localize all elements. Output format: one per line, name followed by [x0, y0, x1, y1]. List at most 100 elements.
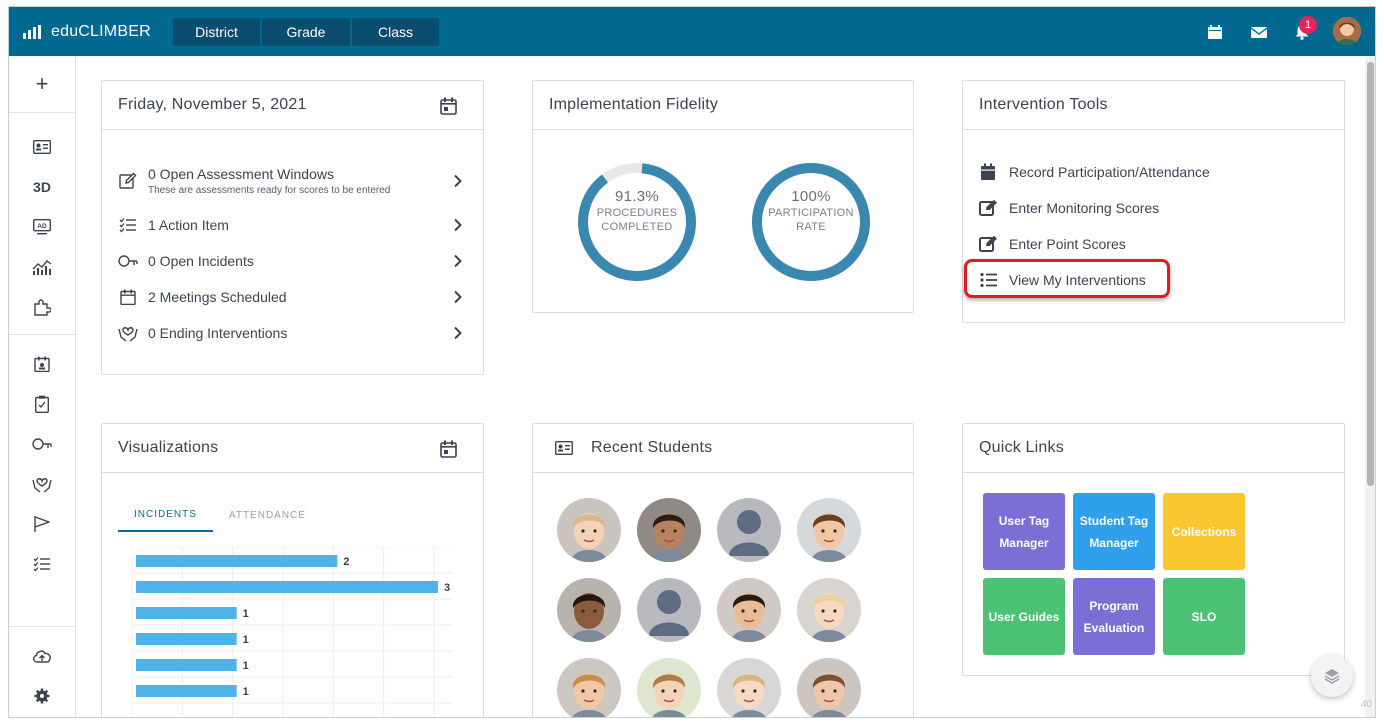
flag-icon[interactable] — [9, 512, 75, 536]
calendar-icon[interactable] — [440, 97, 457, 115]
record-participation-link[interactable]: Record Participation/Attendance — [979, 163, 1210, 181]
student-avatar[interactable] — [557, 658, 621, 717]
recent-students-card: Recent Students — [532, 423, 914, 717]
student-avatar-placeholder[interactable] — [717, 498, 781, 562]
date-title: Friday, November 5, 2021 — [118, 96, 307, 113]
mail-icon[interactable] — [1251, 24, 1267, 40]
hands-heart-icon — [118, 324, 138, 342]
tool-label: Record Participation/Attendance — [1009, 164, 1210, 180]
student-avatar[interactable] — [637, 498, 701, 562]
edit-icon — [979, 199, 997, 216]
donut-caption: RATE — [796, 221, 826, 233]
chart-bar[interactable] — [136, 659, 237, 671]
viz-title: Visualizations — [118, 439, 219, 456]
checklist-icon — [118, 216, 138, 234]
incidents-bar-chart: 2 3 1 1 1 1 — [132, 547, 452, 717]
logo-icon — [23, 24, 41, 39]
open-assessments-row[interactable]: 0 Open Assessment Windows These are asses… — [118, 163, 469, 199]
user-guides-tile[interactable]: User Guides — [983, 578, 1065, 655]
clipboard-icon[interactable] — [9, 392, 75, 416]
row-label: 0 Ending Interventions — [148, 325, 288, 341]
id-card-icon — [555, 441, 573, 455]
highlight-annotation — [964, 259, 1170, 298]
checklist-icon[interactable] — [9, 552, 75, 576]
student-avatar[interactable] — [557, 578, 621, 642]
tools-card-title: Intervention Tools — [963, 81, 1344, 130]
student-avatar[interactable] — [637, 658, 701, 717]
sidebar-divider — [9, 112, 75, 113]
calendar-icon — [981, 163, 995, 180]
sidebar-divider — [9, 626, 75, 627]
student-avatar[interactable] — [797, 578, 861, 642]
chart-bar[interactable] — [136, 633, 237, 645]
program-evaluation-tile[interactable]: Program Evaluation — [1073, 578, 1155, 655]
user-avatar[interactable] — [1333, 17, 1361, 45]
student-avatar[interactable] — [717, 578, 781, 642]
open-incidents-row[interactable]: 0 Open Incidents — [118, 250, 469, 272]
edit-icon — [979, 235, 997, 252]
collections-tile[interactable]: Collections — [1163, 493, 1245, 570]
level-tabs: District Grade Class — [173, 18, 439, 46]
chart-bar[interactable] — [136, 555, 338, 567]
tool-label: Enter Monitoring Scores — [1009, 200, 1160, 216]
row-label: 2 Meetings Scheduled — [148, 289, 287, 305]
row-sublabel: These are assessments ready for scores t… — [148, 185, 391, 196]
puzzle-icon[interactable] — [9, 295, 75, 319]
tab-district[interactable]: District — [173, 18, 260, 46]
chevron-right-icon — [454, 174, 462, 188]
fidelity-card-title: Implementation Fidelity — [533, 81, 913, 130]
tab-attendance[interactable]: ATTENDANCE — [213, 498, 322, 532]
top-bar: eduCLIMBER District Grade Class 1 — [9, 7, 1375, 56]
student-avatar[interactable] — [797, 498, 861, 562]
bar-value-label: 1 — [243, 608, 249, 620]
sidebar-3d[interactable]: 3D — [9, 175, 75, 199]
recent-title: Recent Students — [591, 439, 713, 456]
user-tag-manager-tile[interactable]: User Tag Manager — [983, 493, 1065, 570]
add-icon[interactable]: + — [9, 72, 75, 96]
ending-interventions-row[interactable]: 0 Ending Interventions — [118, 322, 469, 344]
calendar-icon[interactable] — [440, 440, 457, 458]
app-name: eduCLIMBER — [51, 22, 151, 40]
gear-icon[interactable] — [9, 684, 75, 708]
brand[interactable]: eduCLIMBER — [23, 7, 151, 56]
student-avatar-placeholder[interactable] — [637, 578, 701, 642]
layers-button[interactable] — [1311, 655, 1353, 697]
student-avatar[interactable] — [557, 498, 621, 562]
hands-heart-icon[interactable] — [9, 472, 75, 496]
bar-value-label: 2 — [343, 556, 349, 568]
enter-point-scores-link[interactable]: Enter Point Scores — [979, 235, 1126, 253]
slo-tile[interactable]: SLO — [1163, 578, 1245, 655]
viz-tabs: INCIDENTS ATTENDANCE — [118, 498, 322, 532]
row-label: 0 Open Assessment Windows — [148, 166, 334, 182]
scrollbar-thumb[interactable] — [1367, 62, 1374, 486]
id-card-icon[interactable] — [9, 135, 75, 159]
analytics-icon[interactable] — [9, 255, 75, 279]
cloud-upload-icon[interactable] — [9, 644, 75, 668]
enter-monitoring-scores-link[interactable]: Enter Monitoring Scores — [979, 199, 1159, 217]
student-avatar[interactable] — [717, 658, 781, 717]
sidebar: + 3D AD — [9, 56, 76, 717]
date-card-title: Friday, November 5, 2021 — [102, 81, 483, 130]
tab-class[interactable]: Class — [352, 18, 439, 46]
meetings-row[interactable]: 2 Meetings Scheduled — [118, 286, 469, 308]
bar-value-label: 1 — [243, 634, 249, 646]
chart-bar[interactable] — [136, 607, 237, 619]
chevron-right-icon — [454, 290, 462, 304]
chart-bar[interactable] — [136, 581, 438, 593]
tab-grade[interactable]: Grade — [262, 18, 350, 46]
incident-icon[interactable] — [9, 432, 75, 456]
page-number: 40 — [1361, 699, 1373, 710]
tab-incidents[interactable]: INCIDENTS — [118, 498, 213, 532]
chart-bar[interactable] — [136, 685, 237, 697]
calendar-icon[interactable] — [1207, 24, 1223, 40]
action-items-row[interactable]: 1 Action Item — [118, 214, 469, 236]
calendar-user-icon[interactable] — [9, 352, 75, 376]
student-tag-manager-tile[interactable]: Student Tag Manager — [1073, 493, 1155, 570]
incident-icon — [118, 252, 138, 270]
calendar-icon — [118, 288, 138, 306]
ad-screen-icon[interactable]: AD — [9, 215, 75, 239]
student-avatar[interactable] — [797, 658, 861, 717]
procedures-label: 91.3% PROCEDURES COMPLETED — [576, 189, 698, 234]
participation-percent: 100% — [791, 188, 831, 205]
scrollbar[interactable] — [1365, 56, 1375, 717]
